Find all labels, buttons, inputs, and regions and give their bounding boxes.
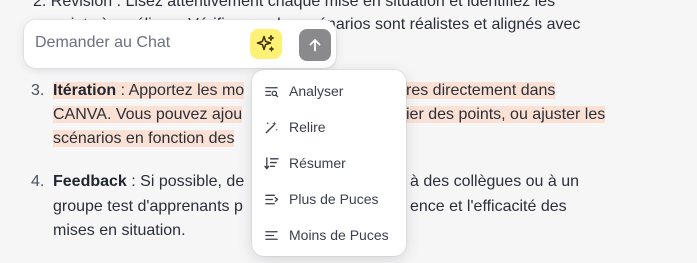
item-4-line-1: Feedback : Si possible, de xyxy=(53,173,245,190)
item-4-line-2: groupe test d'apprenants p xyxy=(53,198,243,215)
fewer-bullets-icon xyxy=(265,230,278,240)
menu-item-label: Relire xyxy=(289,119,326,135)
menu-item-label: Analyser xyxy=(289,83,344,99)
item-2-line-1: 2. Révision : Lisez attentivement chaque… xyxy=(33,0,556,10)
item-4-line-1-tail: à des collègues ou à un xyxy=(410,173,580,190)
item-3-line-2: CANVA. Vous pouvez ajou xyxy=(53,106,243,123)
item-4-term: Feedback xyxy=(53,173,127,190)
ai-actions-menu: Analyser Relire Résumer Plus de Puces Mo… xyxy=(252,70,406,256)
menu-item-label: Moins de Puces xyxy=(289,227,389,243)
item-3-term: Itération xyxy=(53,82,117,99)
menu-item-analyser[interactable]: Analyser xyxy=(252,74,406,108)
menu-item-label: Résumer xyxy=(289,155,346,171)
analyze-icon xyxy=(265,86,279,97)
item-3-line-2-tail: ier des points, ou ajuster les xyxy=(406,106,606,123)
ai-actions-button[interactable] xyxy=(250,29,282,59)
menu-item-relire[interactable]: Relire xyxy=(252,110,406,144)
menu-item-label: Plus de Puces xyxy=(289,191,379,207)
chat-input-bar: Demander au Chat xyxy=(24,20,336,68)
item-4-number: 4. xyxy=(31,173,45,190)
menu-item-plus-de-puces[interactable]: Plus de Puces xyxy=(252,182,406,216)
chat-input[interactable]: Demander au Chat xyxy=(35,34,170,52)
menu-item-moins-de-puces[interactable]: Moins de Puces xyxy=(252,218,406,252)
item-3-line-1-tail: res directement dans xyxy=(406,82,556,99)
sparkle-icon xyxy=(256,34,275,52)
summarize-icon xyxy=(264,156,279,169)
item-3-number: 3. xyxy=(31,82,45,99)
magic-wand-icon xyxy=(265,120,278,133)
item-3-line-1: Itération : Apportez les mo xyxy=(53,82,245,99)
item-4-line-2-tail: ence et l'efficacité des xyxy=(410,198,567,215)
menu-item-resumer[interactable]: Résumer xyxy=(252,146,406,180)
send-button[interactable] xyxy=(299,29,331,61)
item-4-line-3: mises en situation. xyxy=(53,222,186,239)
arrow-up-icon xyxy=(309,39,321,52)
more-bullets-icon xyxy=(265,194,279,204)
item-3-line-3: scénarios en fonction des xyxy=(53,130,235,147)
